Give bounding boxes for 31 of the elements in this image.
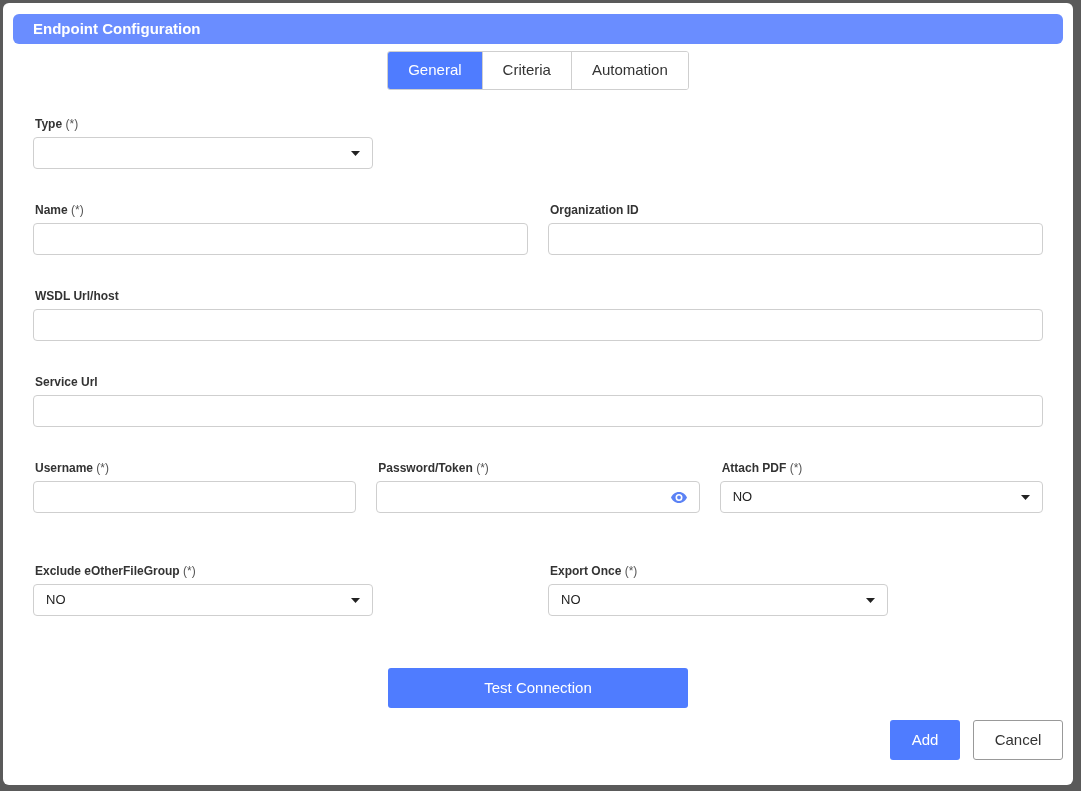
select-field[interactable]: NO xyxy=(719,481,1043,513)
caret-icon xyxy=(351,150,360,156)
field-label: Organization ID xyxy=(549,202,640,218)
field-label: Username (*) xyxy=(34,460,111,476)
caret-icon xyxy=(866,597,875,603)
select-field[interactable]: NO xyxy=(33,584,373,616)
caret-icon xyxy=(351,597,360,603)
field-label: Name (*) xyxy=(34,202,85,218)
dialog-title: Endpoint Configuration xyxy=(33,18,201,39)
cancel-button[interactable]: Cancel xyxy=(973,720,1063,760)
field-label: Exclude eOtherFileGroup (*) xyxy=(34,563,197,579)
caret-icon xyxy=(1021,494,1030,500)
input-field[interactable] xyxy=(33,481,357,513)
input-field[interactable] xyxy=(33,395,1043,427)
field-label: Export Once (*) xyxy=(549,563,639,579)
field-label: Service Url xyxy=(34,374,99,390)
password-field[interactable] xyxy=(376,481,700,513)
test-connection-button[interactable]: Test Connection xyxy=(388,668,688,708)
field-label: Password/Token (*) xyxy=(377,460,490,476)
eye-icon[interactable] xyxy=(670,491,687,503)
select-field[interactable]: NO xyxy=(548,584,888,616)
add-button[interactable]: Add xyxy=(890,720,960,760)
field-label: WSDL Url/host xyxy=(34,288,120,304)
select-field[interactable] xyxy=(33,137,373,169)
tab[interactable]: Automation xyxy=(570,52,688,89)
tab[interactable]: General xyxy=(388,52,482,89)
input-field[interactable] xyxy=(33,223,528,255)
input-field[interactable] xyxy=(548,223,1043,255)
field-label: Type (*) xyxy=(34,116,80,132)
field-label: Attach PDF (*) xyxy=(720,460,804,476)
input-field[interactable] xyxy=(33,309,1043,341)
